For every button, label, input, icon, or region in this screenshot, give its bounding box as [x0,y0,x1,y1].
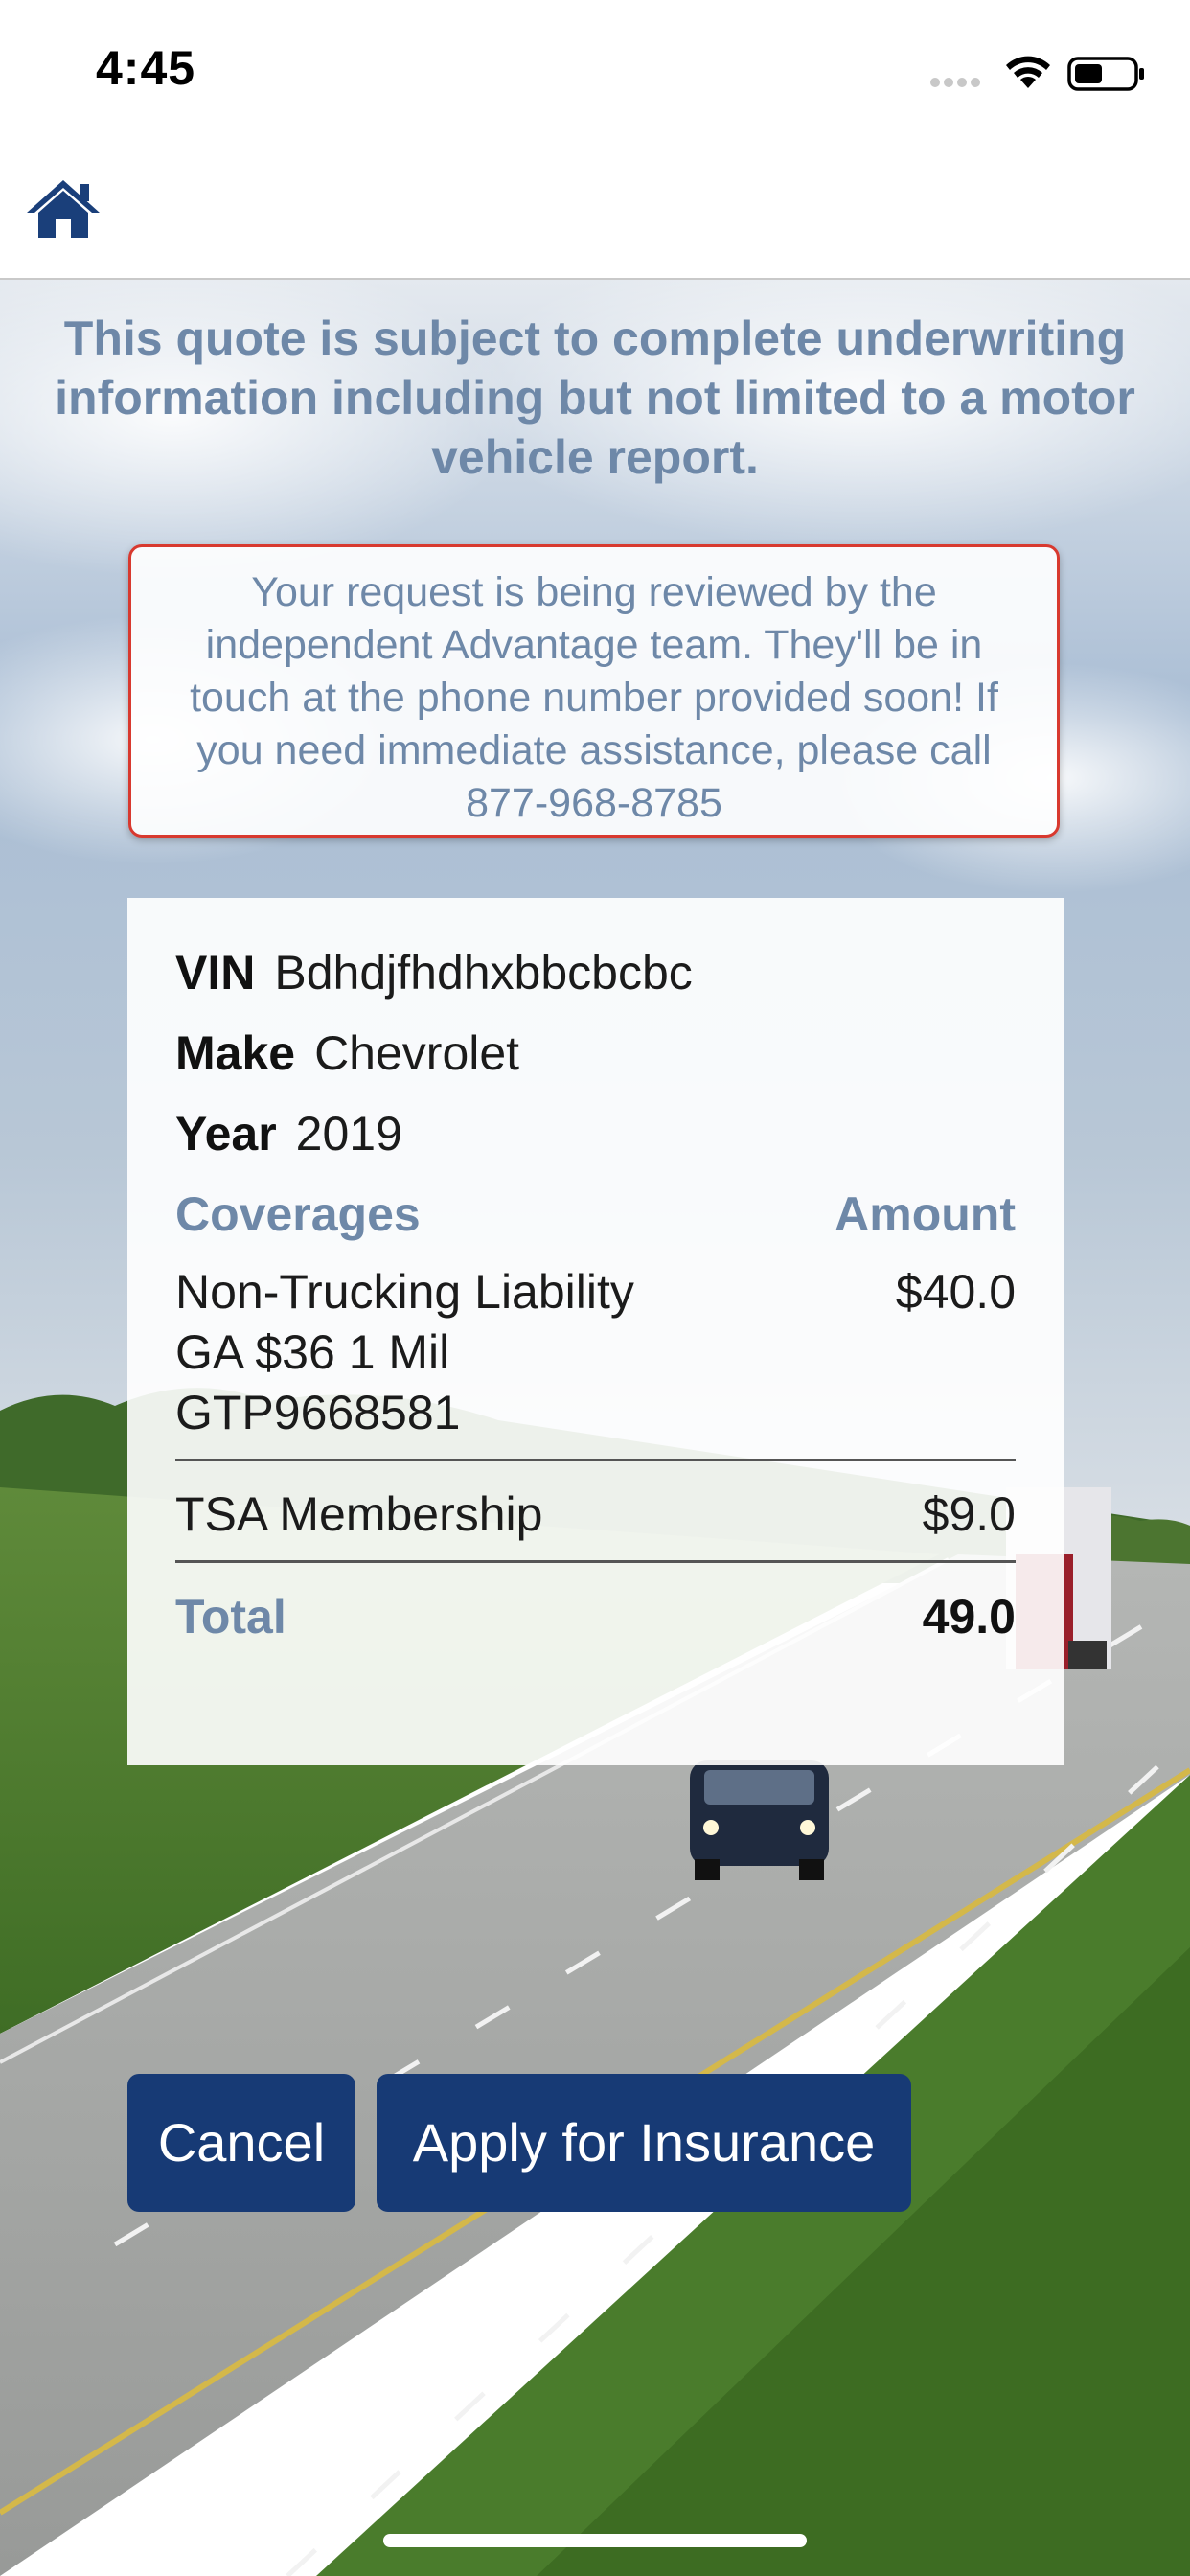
cellular-signal-icon [930,78,980,87]
coverage-name: TSA Membership [175,1487,543,1541]
total-label: Total [175,1590,286,1644]
total-row: Total 49.0 [175,1563,1016,1645]
make-value: Chevrolet [314,1026,520,1080]
coverage-amount: $40.0 [895,1265,1016,1319]
coverages-header-label: Coverages [175,1187,421,1241]
wifi-icon [1006,56,1050,88]
home-indicator[interactable] [383,2534,807,2547]
cancel-button[interactable]: Cancel [127,2074,355,2212]
coverage-row: TSA Membership $9.0 [175,1461,1016,1563]
vin-value: Bdhdjfhdhxbbcbcbc [274,946,693,1000]
coverages-header: Coverages Amount [175,1185,1016,1262]
make-row: Make Chevrolet [175,1024,1016,1105]
quote-card: VIN Bdhdjfhdhxbbcbcbc Make Chevrolet Year 2… [127,898,1064,1765]
status-time: 4:45 [96,41,196,95]
apply-for-insurance-button[interactable]: Apply for Insurance [377,2074,911,2212]
amount-header-label: Amount [835,1187,1016,1241]
year-row: Year 2019 [175,1105,1016,1185]
vin-label: VIN [175,946,256,1000]
coverage-row: Non-Trucking Liability GA $36 1 Mil GTP9… [175,1262,1016,1461]
nav-bar [0,144,1190,280]
coverage-name: Non-Trucking Liability GA $36 1 Mil GTP9… [175,1265,634,1439]
make-label: Make [175,1026,296,1080]
coverage-amount: $9.0 [922,1487,1016,1541]
review-notice: Your request is being reviewed by the in… [128,544,1060,838]
underwriting-disclaimer: This quote is subject to complete underw… [55,311,1135,484]
year-label: Year [175,1107,277,1161]
vin-row: VIN Bdhdjfhdhxbbcbcbc [175,944,1016,1024]
battery-icon [1067,57,1144,91]
year-value: 2019 [295,1107,402,1161]
status-bar: 4:45 [0,0,1190,144]
home-icon[interactable] [25,176,102,240]
total-value: 49.0 [922,1590,1016,1644]
